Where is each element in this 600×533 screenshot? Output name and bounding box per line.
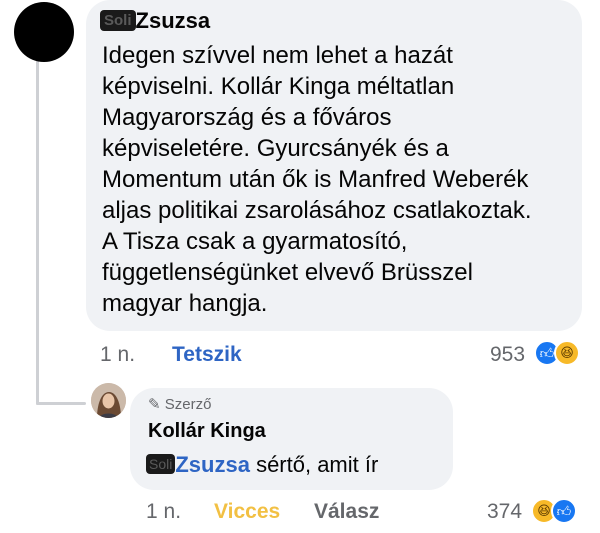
comment-line: Magyarország és a főváros (102, 104, 392, 131)
comment-line: függetlenségünket elvevő Brüsszel (102, 259, 473, 286)
reply-text-rest: sértő, amit ír (249, 452, 379, 477)
reaction-count[interactable]: 374 (487, 500, 522, 524)
comment-line: Idegen szívvel nem lehet a hazát (102, 42, 453, 69)
reply-button[interactable]: Válasz (314, 500, 379, 524)
comment-line: Momentum után ők is Manfred Weberék (102, 166, 529, 193)
commenter-avatar[interactable] (14, 2, 74, 62)
redacted-name-segment: Soli (100, 10, 136, 31)
reply-author[interactable]: Kollár Kinga (148, 420, 266, 443)
reply-timestamp[interactable]: 1 n. (146, 500, 181, 524)
comment-line: képviselni. Kollár Kinga méltatlan (102, 73, 455, 100)
comment-text: Idegen szívvel nem lehet a hazát képvise… (102, 40, 577, 319)
like-icon: 👍︎ (551, 498, 577, 524)
comment-line: képviseletére. Gyurcsányék és a (102, 135, 449, 162)
thread-connector (36, 402, 86, 405)
redacted-name-segment: Soli (146, 454, 176, 474)
comment-line: aljas politikai zsarolásához csatlakozta… (102, 197, 532, 224)
author-avatar[interactable] (91, 383, 126, 418)
comment-author-name: Zsuzsa (135, 8, 211, 33)
reaction-icons[interactable]: 👍︎ 😆 (534, 340, 580, 366)
author-badge-label: Szerző (164, 396, 212, 413)
comment-line: A Tisza csak a gyarmatosító, (102, 228, 408, 255)
pencil-icon: ✎ (148, 396, 161, 413)
reaction-icons[interactable]: 😆 👍︎ (531, 498, 577, 524)
author-badge: ✎ Szerző (148, 395, 211, 413)
comment-line: magyar hangja. (102, 290, 268, 317)
reaction-count[interactable]: 953 (490, 343, 525, 367)
like-button[interactable]: Tetszik (172, 343, 242, 367)
haha-icon: 😆 (554, 340, 580, 366)
thread-line (36, 60, 39, 405)
funny-reaction-button[interactable]: Vicces (214, 500, 280, 524)
comment-timestamp[interactable]: 1 n. (100, 343, 135, 367)
comment-author[interactable]: Soli Zsuzsa (100, 8, 210, 34)
mention-link[interactable]: Zsuzsa (175, 452, 250, 477)
reply-text: Soli Zsuzsa sértő, amit ír (146, 452, 378, 478)
